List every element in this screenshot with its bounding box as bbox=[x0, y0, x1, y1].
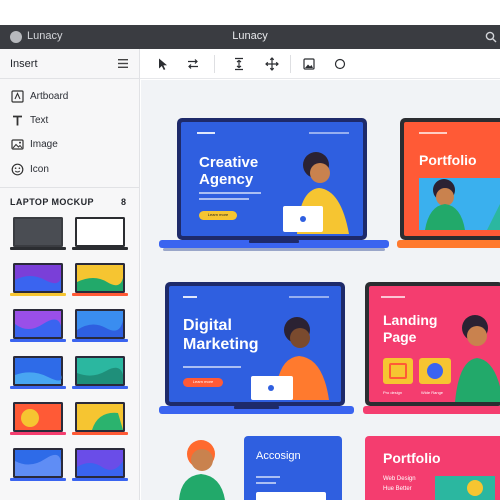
pointer-icon[interactable] bbox=[156, 57, 170, 71]
image-tool-icon[interactable] bbox=[302, 57, 316, 71]
mockup-subtitle: Web Design bbox=[383, 476, 416, 482]
mockup-accosign[interactable]: Accosign bbox=[244, 436, 342, 500]
text-placeholder bbox=[256, 476, 280, 478]
smiley-icon bbox=[11, 163, 24, 176]
toolbar-divider bbox=[290, 55, 291, 73]
panel-divider bbox=[0, 187, 140, 188]
image-icon bbox=[11, 139, 24, 150]
toolbar-divider bbox=[214, 55, 215, 73]
laptop-thumbnail[interactable] bbox=[10, 447, 66, 483]
section-title: LAPTOP MOCKUP bbox=[10, 197, 94, 207]
align-vertical-icon[interactable] bbox=[232, 57, 246, 71]
window-title: Lunacy bbox=[232, 30, 268, 42]
mockup-title: Digital Marketing bbox=[183, 317, 259, 353]
laptop-mockup-portfolio[interactable]: Portfolio bbox=[397, 118, 500, 254]
laptop-thumbnail[interactable] bbox=[72, 447, 128, 483]
insert-item-text[interactable]: Text bbox=[0, 110, 140, 132]
laptop-illustration bbox=[363, 282, 500, 414]
laptop-thumbnail[interactable] bbox=[72, 216, 128, 252]
mockup-title: Accosign bbox=[256, 450, 301, 462]
title-bar: Lunacy Lunacy bbox=[0, 25, 500, 49]
hamburger-icon[interactable] bbox=[118, 59, 128, 68]
insert-item-label: Artboard bbox=[30, 91, 69, 102]
swap-icon[interactable] bbox=[186, 57, 200, 71]
insert-panel: Insert Artboard Text Image Icon LAPTOP M… bbox=[0, 49, 140, 500]
mockup-caption: Wide Range bbox=[421, 390, 444, 395]
mockup-button: Learn more bbox=[199, 211, 237, 220]
mockup-title: Portfolio bbox=[383, 450, 441, 466]
text-placeholder bbox=[256, 482, 276, 484]
laptop-thumbnail[interactable] bbox=[72, 355, 128, 391]
insert-item-image[interactable]: Image bbox=[0, 134, 140, 156]
insert-item-artboard[interactable]: Artboard bbox=[0, 86, 140, 108]
laptop-mockup-digital-marketing[interactable]: Digital Marketing Learn more bbox=[159, 282, 354, 420]
laptop-thumbnail[interactable] bbox=[10, 401, 66, 437]
search-icon[interactable] bbox=[485, 31, 497, 43]
toolbar bbox=[140, 49, 500, 79]
mockup-button: Learn more bbox=[183, 378, 223, 387]
laptop-thumbnail[interactable] bbox=[72, 308, 128, 344]
laptop-thumbnail[interactable] bbox=[10, 216, 66, 252]
laptop-mockup-landing-page[interactable]: Landing Page Pro design Wide Range bbox=[363, 282, 500, 420]
person-illustration bbox=[179, 440, 225, 500]
section-count: 8 bbox=[121, 197, 127, 207]
design-canvas[interactable]: Creative Agency Learn more Portfolio Dig… bbox=[141, 80, 500, 500]
artboard-icon bbox=[11, 90, 24, 103]
insert-item-label: Image bbox=[30, 139, 58, 150]
image-placeholder bbox=[435, 476, 495, 500]
mockup-caption: Pro design bbox=[383, 390, 403, 395]
text-icon bbox=[13, 115, 22, 126]
mockup-portfolio-pink[interactable]: Portfolio Web Design Hue Better bbox=[365, 436, 500, 500]
laptop-illustration bbox=[159, 118, 389, 251]
move-icon[interactable] bbox=[265, 57, 279, 71]
insert-item-label: Icon bbox=[30, 164, 49, 175]
mockup-subtitle: Hue Better bbox=[383, 486, 412, 492]
mockup-title: Creative Agency bbox=[199, 154, 259, 188]
laptop-thumbnail[interactable] bbox=[10, 355, 66, 391]
laptop-thumbnail[interactable] bbox=[72, 401, 128, 437]
laptop-thumbnail[interactable] bbox=[72, 262, 128, 298]
input-placeholder bbox=[256, 492, 326, 500]
insert-item-icon[interactable]: Icon bbox=[0, 159, 140, 181]
mockup-title: Portfolio bbox=[419, 152, 477, 168]
panel-header-label: Insert bbox=[10, 58, 38, 70]
insert-item-label: Text bbox=[30, 115, 49, 126]
laptop-thumbnail[interactable] bbox=[10, 308, 66, 344]
circle-icon[interactable] bbox=[333, 57, 347, 71]
panel-header: Insert bbox=[0, 49, 139, 79]
laptop-illustration bbox=[397, 118, 500, 248]
mockup-title: Landing Page bbox=[383, 312, 438, 345]
laptop-thumbnail[interactable] bbox=[10, 262, 66, 298]
laptop-mockup-creative-agency[interactable]: Creative Agency Learn more bbox=[159, 118, 389, 254]
